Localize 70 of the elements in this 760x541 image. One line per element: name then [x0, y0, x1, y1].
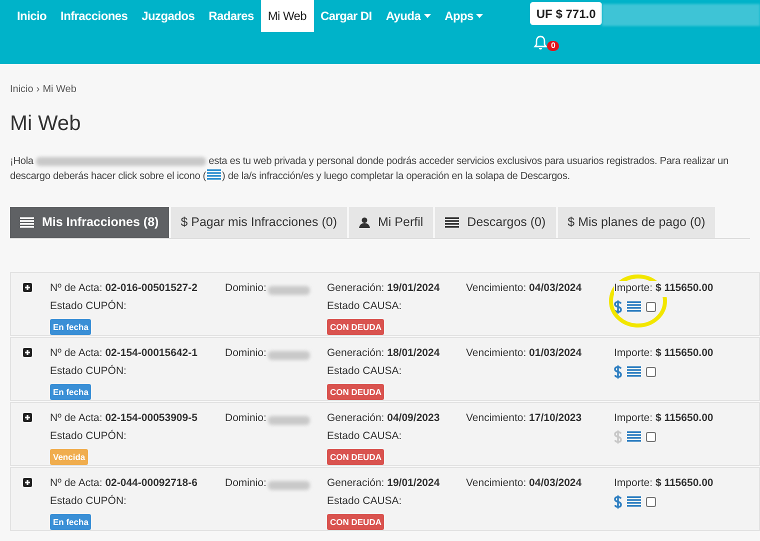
intro-paragraph: ¡Hola esta es tu web privada y personal donde podrás acceder servicios exclusivos para usuarios registrados. Para realizar un descargo deberás hacer click sobre el icono ( ) de la/s infracción/es y luego completar la operación en la solapa de Descargos.	[10, 155, 730, 184]
status-badge: Vencida	[50, 448, 88, 466]
dollar-icon[interactable]	[614, 494, 622, 509]
dollar-icon[interactable]	[614, 300, 622, 314]
causa-label: Estado CAUSA:	[327, 494, 403, 509]
checkbox[interactable]	[646, 302, 656, 312]
causa-label: Estado CAUSA:	[327, 364, 403, 379]
list-icon	[627, 366, 641, 378]
list-icon	[627, 301, 641, 312]
list-icon	[20, 217, 34, 228]
notification-badge: 0	[547, 41, 560, 51]
cupon-label: Estado CUPÓN:	[50, 364, 128, 379]
generacion-date: Generación: 19/01/2024	[327, 281, 441, 296]
status-badge: CON DEUDA	[327, 318, 384, 336]
causa-label: Estado CAUSA:	[327, 298, 403, 314]
dominio-label: Dominio:	[225, 476, 266, 491]
dollar-icon[interactable]	[614, 364, 622, 379]
redacted-value	[268, 286, 310, 295]
expand-icon[interactable]	[23, 348, 32, 357]
nav-link[interactable]: Mi Web	[260, 0, 314, 32]
dominio-label: Dominio:	[225, 281, 266, 296]
acta-number: Nº de Acta: 02-154-00053909-5	[50, 411, 198, 426]
status-badge: En fecha	[50, 514, 92, 530]
list-icon	[627, 431, 641, 442]
status-badge: CON DEUDA	[327, 384, 384, 400]
expand-icon[interactable]	[23, 283, 32, 292]
tab[interactable]: $ Pagar mis Infracciones (0)	[170, 207, 348, 238]
user-icon	[359, 217, 370, 228]
acta-number: Nº de Acta: 02-044-00092718-6	[50, 476, 198, 491]
acta-number: Nº de Acta: 02-016-00501527-2	[50, 281, 198, 296]
redacted-value	[268, 480, 310, 490]
generacion-date: Generación: 19/01/2024	[327, 476, 441, 491]
list-icon	[627, 496, 641, 508]
status-badge: CON DEUDA	[327, 514, 384, 530]
generacion-date: Generación: 04/09/2023	[327, 411, 441, 426]
expand-icon[interactable]	[23, 413, 32, 422]
cupon-label: Estado CUPÓN:	[50, 298, 128, 314]
breadcrumb-link[interactable]: Inicio	[10, 82, 34, 97]
importe-amount: Importe: $ 115650.00	[614, 281, 716, 297]
status-badge: CON DEUDA	[327, 448, 384, 466]
breadcrumb-separator: ›	[36, 83, 40, 97]
redacted-value	[268, 350, 310, 360]
list-icon	[207, 169, 221, 180]
tab[interactable]: $ Mis planes de pago (0)	[558, 207, 716, 238]
cupon-label: Estado CUPÓN:	[50, 494, 128, 509]
status-badge: En fecha	[50, 384, 92, 400]
uf-value: UF $ 771.0	[530, 2, 602, 25]
vencimiento-date: Vencimiento: 04/03/2024	[466, 282, 582, 294]
vencimiento-date: Vencimiento: 17/10/2023	[466, 412, 582, 424]
page-title: Mi Web	[10, 111, 82, 137]
redacted-value	[268, 416, 310, 425]
checkbox[interactable]	[646, 366, 656, 377]
list-icon	[445, 217, 460, 228]
tab[interactable]: Mi Perfil	[349, 207, 434, 238]
breadcrumb-current-page: Mi Web	[42, 83, 76, 97]
vencimiento-date: Vencimiento: 04/03/2024	[466, 477, 582, 489]
checkbox[interactable]	[646, 432, 656, 442]
causa-label: Estado CAUSA:	[327, 428, 403, 444]
dominio-label: Dominio:	[225, 411, 266, 426]
expand-icon[interactable]	[23, 478, 32, 487]
tab[interactable]: Mis Infracciones (8)	[10, 207, 169, 238]
bell-icon[interactable]	[533, 35, 548, 51]
cupon-label: Estado CUPÓN:	[50, 428, 128, 444]
checkbox[interactable]	[646, 496, 656, 507]
tab[interactable]: Descargos (0)	[435, 207, 556, 238]
dominio-label: Dominio:	[225, 346, 266, 361]
generacion-date: Generación: 18/01/2024	[327, 346, 441, 361]
status-badge: En fecha	[50, 318, 92, 336]
vencimiento-date: Vencimiento: 01/03/2024	[466, 347, 582, 359]
acta-number: Nº de Acta: 02-154-00015642-1	[50, 346, 198, 361]
